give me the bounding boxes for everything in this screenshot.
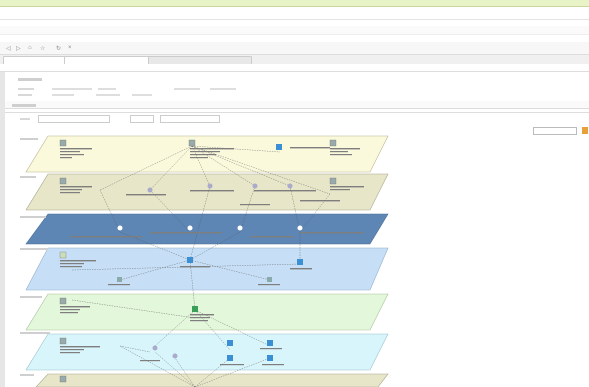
layer-band-4 <box>25 247 389 291</box>
layer-band-3 <box>25 213 389 245</box>
node-icon[interactable] <box>329 139 337 147</box>
node-icon[interactable] <box>276 144 282 150</box>
node-icon[interactable] <box>192 306 198 312</box>
node-icon[interactable] <box>297 259 303 265</box>
node-icon[interactable] <box>187 225 193 231</box>
node-icon[interactable] <box>172 353 178 359</box>
node-icon[interactable] <box>297 225 303 231</box>
node-icon[interactable] <box>117 225 123 231</box>
node-icon[interactable] <box>59 375 67 383</box>
node-icon[interactable] <box>188 139 196 147</box>
layer-label <box>20 374 34 376</box>
layer-label <box>20 296 42 298</box>
node-icon[interactable] <box>252 183 258 189</box>
node-icon[interactable] <box>267 277 272 282</box>
node-icon[interactable] <box>59 337 67 345</box>
node-icon[interactable] <box>59 177 67 185</box>
layer-label <box>20 216 46 218</box>
node-icon[interactable] <box>187 257 193 263</box>
node-icon[interactable] <box>227 340 233 346</box>
node-icon[interactable] <box>207 183 213 189</box>
node-icon[interactable] <box>152 345 158 351</box>
layer-band-5 <box>25 293 389 331</box>
layer-label <box>20 248 48 250</box>
layer-label <box>20 138 38 140</box>
layer-label <box>20 332 50 334</box>
layer-label <box>20 176 36 178</box>
node-icon[interactable] <box>147 187 153 193</box>
node-icon[interactable] <box>267 355 273 361</box>
node-icon[interactable] <box>227 355 233 361</box>
node-icon[interactable] <box>267 340 273 346</box>
node-icon[interactable] <box>59 251 67 259</box>
layer-band-6 <box>25 333 389 371</box>
node-icon[interactable] <box>329 177 337 185</box>
topology-diagram <box>25 135 389 387</box>
node-icon[interactable] <box>237 225 243 231</box>
node-icon[interactable] <box>117 277 122 282</box>
node-icon[interactable] <box>59 297 67 305</box>
node-icon[interactable] <box>59 139 67 147</box>
node-icon[interactable] <box>287 183 293 189</box>
